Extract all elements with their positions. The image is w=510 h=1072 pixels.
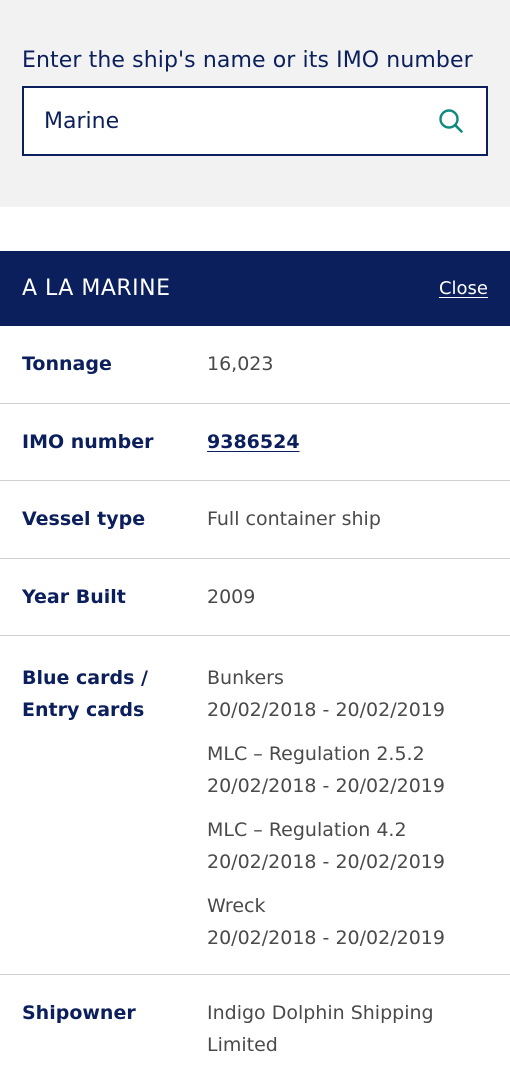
card-period: 20/02/2018 - 20/02/2019	[207, 851, 445, 873]
card-name: Bunkers	[207, 667, 284, 689]
card-entry: MLC – Regulation 4.2 20/02/2018 - 20/02/…	[207, 814, 488, 878]
cards-list: Bunkers 20/02/2018 - 20/02/2019 MLC – Re…	[207, 662, 488, 954]
row-tonnage: Tonnage 16,023	[0, 326, 510, 404]
shipowner-value-line1: Indigo Dolphin Shipping	[207, 1002, 434, 1024]
close-link[interactable]: Close	[439, 278, 488, 299]
card-entry: Bunkers 20/02/2018 - 20/02/2019	[207, 662, 488, 726]
card-entry: MLC – Regulation 2.5.2 20/02/2018 - 20/0…	[207, 738, 488, 802]
year-built-label: Year Built	[22, 585, 126, 608]
ship-header: A LA MARINE Close	[0, 251, 510, 326]
search-input-value[interactable]: Marine	[44, 109, 436, 134]
card-name: MLC – Regulation 2.5.2	[207, 743, 425, 765]
cards-label: Blue cards / Entry cards	[22, 662, 207, 954]
card-period: 20/02/2018 - 20/02/2019	[207, 927, 445, 949]
search-section: Enter the ship's name or its IMO number …	[0, 0, 510, 207]
card-period: 20/02/2018 - 20/02/2019	[207, 699, 445, 721]
row-cards: Blue cards / Entry cards Bunkers 20/02/2…	[0, 636, 510, 975]
cards-label-line1: Blue cards /	[22, 667, 148, 689]
imo-number-link[interactable]: 9386524	[207, 431, 300, 453]
card-name: Wreck	[207, 895, 266, 917]
year-built-value: 2009	[207, 585, 256, 608]
card-period: 20/02/2018 - 20/02/2019	[207, 775, 445, 797]
row-imo: IMO number 9386524	[0, 404, 510, 481]
shipowner-value: Indigo Dolphin Shipping Limited	[207, 997, 488, 1061]
tonnage-value: 16,023	[207, 353, 274, 376]
row-shipowner: Shipowner Indigo Dolphin Shipping Limite…	[0, 975, 510, 1061]
vessel-type-value: Full container ship	[207, 508, 381, 531]
shipowner-value-line2: Limited	[207, 1034, 278, 1056]
row-year-built: Year Built 2009	[0, 559, 510, 636]
vessel-type-label: Vessel type	[22, 508, 146, 531]
card-name: MLC – Regulation 4.2	[207, 819, 407, 841]
search-input[interactable]: Marine	[22, 86, 488, 156]
search-icon[interactable]	[436, 106, 466, 136]
ship-name: A LA MARINE	[22, 276, 171, 301]
shipowner-label: Shipowner	[22, 1002, 136, 1024]
row-vessel-type: Vessel type Full container ship	[0, 481, 510, 559]
cards-label-line2: Entry cards	[22, 699, 145, 721]
search-label: Enter the ship's name or its IMO number	[22, 48, 473, 73]
tonnage-label: Tonnage	[22, 353, 112, 376]
card-entry: Wreck 20/02/2018 - 20/02/2019	[207, 890, 488, 954]
imo-label: IMO number	[22, 430, 154, 453]
